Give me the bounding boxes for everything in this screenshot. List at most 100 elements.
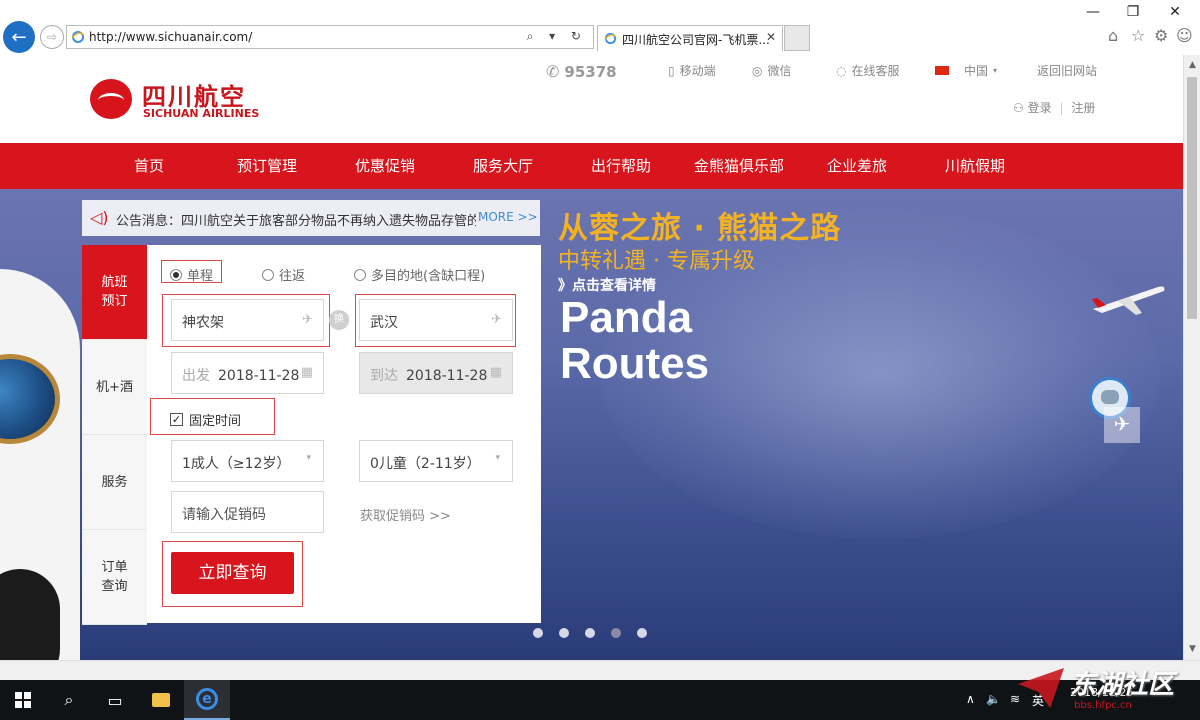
hotline-number: 95378: [564, 62, 617, 81]
scroll-up-arrow-icon[interactable]: ▲: [1184, 57, 1200, 74]
radio-icon: [354, 268, 366, 281]
sichuan-airlines-logo[interactable]: 四川航空 SICHUAN AIRLINES: [90, 77, 270, 123]
search-icon[interactable]: ⌕: [46, 680, 92, 720]
wechat-link[interactable]: ◎ 微信: [752, 62, 792, 79]
file-explorer-icon[interactable]: [138, 680, 184, 720]
nav-item-travel-help[interactable]: 出行帮助: [562, 143, 680, 189]
nav-item-golden-panda-club[interactable]: 金熊猫俱乐部: [680, 143, 798, 189]
user-icon: ⚇: [1013, 101, 1024, 115]
calendar-icon: ▦: [489, 365, 502, 380]
tab-order-query[interactable]: 订单 查询: [82, 530, 147, 625]
promo-details-link[interactable]: 》点击查看详情: [558, 275, 656, 295]
carousel-dot[interactable]: [585, 628, 595, 638]
home-icon[interactable]: ⌂: [1108, 26, 1118, 45]
new-tab-button[interactable]: [784, 25, 810, 51]
carousel-dot[interactable]: [559, 628, 569, 638]
region-selector[interactable]: 中国 ▾: [935, 62, 997, 79]
register-link[interactable]: 注册: [1071, 101, 1095, 115]
chevron-down-icon: ▾: [306, 453, 311, 463]
children-select[interactable]: 0儿童（2-11岁） ▾: [359, 440, 513, 482]
scroll-down-arrow-icon[interactable]: ▼: [1184, 641, 1200, 658]
address-bar[interactable]: http://www.sichuanair.com/ ⌕ ▾ ↻: [66, 25, 594, 49]
arrive-label: 到达: [370, 368, 398, 384]
old-site-label: 返回旧网站: [1037, 64, 1098, 78]
browser-tab[interactable]: 四川航空公司官网-飞机票... ✕: [597, 25, 783, 51]
announcement-more-link[interactable]: MORE >>: [478, 210, 538, 224]
task-view-icon[interactable]: ▭: [92, 680, 138, 720]
arrow-left-icon: ←: [11, 26, 27, 48]
hotline: ✆ 95378: [546, 62, 617, 81]
departure-city-value: 神农架: [182, 315, 224, 331]
promo-title-line2: Routes: [560, 339, 710, 388]
mobile-link[interactable]: ▯ 移动端: [668, 62, 716, 79]
depart-date-input[interactable]: 出发 2018-11-28 ▦: [171, 352, 324, 394]
feedback-smiley-icon[interactable]: ☺: [1176, 26, 1193, 45]
nav-item-corporate-travel[interactable]: 企业差旅: [798, 143, 916, 189]
promo-subtitle: 从蓉之旅 · 熊猫之路: [558, 211, 842, 246]
tray-chevron-up-icon[interactable]: ∧: [966, 692, 975, 706]
carousel-dot[interactable]: [533, 628, 543, 638]
mobile-label: 移动端: [679, 64, 716, 78]
swap-cities-button[interactable]: 换: [329, 310, 349, 330]
nav-item-holidays[interactable]: 川航假期: [916, 143, 1034, 189]
announcement-text[interactable]: 公告消息：四川航空关于旅客部分物品不再纳入遗失物品存管的: [116, 210, 476, 229]
vertical-scrollbar[interactable]: ▲ ▼: [1183, 55, 1200, 660]
radio-multi-city[interactable]: 多目的地(含缺口程): [354, 265, 485, 284]
nav-item-service-hall[interactable]: 服务大厅: [444, 143, 562, 189]
watermark-logo-icon: [1018, 668, 1064, 708]
search-flights-button[interactable]: 立即查询: [171, 552, 294, 594]
scrollbar-thumb[interactable]: [1187, 77, 1197, 319]
radio-one-way[interactable]: 单程: [170, 265, 213, 284]
carousel-dot-active[interactable]: [611, 628, 621, 638]
nav-item-home[interactable]: 首页: [90, 143, 208, 189]
back-button[interactable]: ←: [3, 21, 35, 53]
mobile-icon: ▯: [668, 63, 675, 78]
favorites-star-icon[interactable]: ☆: [1131, 26, 1145, 45]
takeoff-icon: ✈: [302, 312, 313, 327]
fixed-time-label: 固定时间: [189, 414, 242, 429]
children-value: 0儿童（2-11岁）: [370, 456, 481, 472]
tab-services[interactable]: 服务: [82, 435, 147, 530]
restore-button[interactable]: ❐: [1118, 4, 1148, 20]
settings-gear-icon[interactable]: ⚙: [1154, 26, 1168, 45]
internet-explorer-taskbar-icon[interactable]: e: [184, 680, 230, 720]
address-tools[interactable]: ⌕ ▾ ↻: [527, 29, 587, 44]
adults-value: 1成人（≥12岁）: [182, 456, 291, 472]
arrival-city-input[interactable]: 武汉 ✈: [359, 299, 513, 341]
ie-icon: [604, 32, 617, 45]
get-promo-code-link[interactable]: 获取促销码 >>: [360, 505, 451, 524]
start-button[interactable]: [0, 680, 46, 720]
old-site-link[interactable]: 返回旧网站: [1037, 62, 1097, 79]
region-label: 中国: [964, 64, 989, 78]
minimize-button[interactable]: —: [1078, 4, 1108, 20]
carousel-dot[interactable]: [637, 628, 647, 638]
close-tab-icon[interactable]: ✕: [766, 30, 776, 44]
volume-icon[interactable]: 🔈: [986, 692, 1001, 706]
forward-button[interactable]: ⇨: [40, 25, 64, 49]
close-window-button[interactable]: ✕: [1160, 4, 1190, 20]
nav-item-promotions[interactable]: 优惠促销: [326, 143, 444, 189]
chevron-down-icon: ▾: [495, 453, 500, 463]
fixed-time-checkbox[interactable]: ✓ 固定时间: [170, 410, 241, 429]
radio-round-trip[interactable]: 往返: [262, 265, 305, 284]
radio-one-way-label: 单程: [187, 269, 214, 284]
adults-select[interactable]: 1成人（≥12岁） ▾: [171, 440, 324, 482]
tab-title: 四川航空公司官网-飞机票...: [622, 33, 770, 47]
back-to-top-plane-icon[interactable]: ✈: [1104, 407, 1140, 443]
watermark-url: bbs.hfpc.cn: [1074, 700, 1132, 711]
login-link[interactable]: 登录: [1028, 101, 1052, 115]
nav-item-booking-management[interactable]: 预订管理: [208, 143, 326, 189]
promo-title-line1: Panda: [560, 293, 693, 342]
phone-icon: ✆: [546, 62, 560, 81]
tab-flight-hotel[interactable]: 机+酒: [82, 340, 147, 435]
watermark-text: 东湖社区: [1070, 670, 1175, 700]
online-service-link[interactable]: ◌ 在线客服: [836, 62, 900, 79]
radio-round-trip-label: 往返: [279, 269, 306, 284]
tab-flight-booking[interactable]: 航班 预订: [82, 245, 147, 340]
departure-city-input[interactable]: 神农架 ✈: [171, 299, 324, 341]
radio-selected-icon: [170, 268, 182, 281]
chat-bubble-icon: ◌: [836, 63, 847, 78]
landing-icon: ✈: [491, 312, 502, 327]
promo-code-input[interactable]: 请输入促销码: [171, 491, 324, 533]
calendar-icon[interactable]: ▦: [301, 365, 313, 380]
